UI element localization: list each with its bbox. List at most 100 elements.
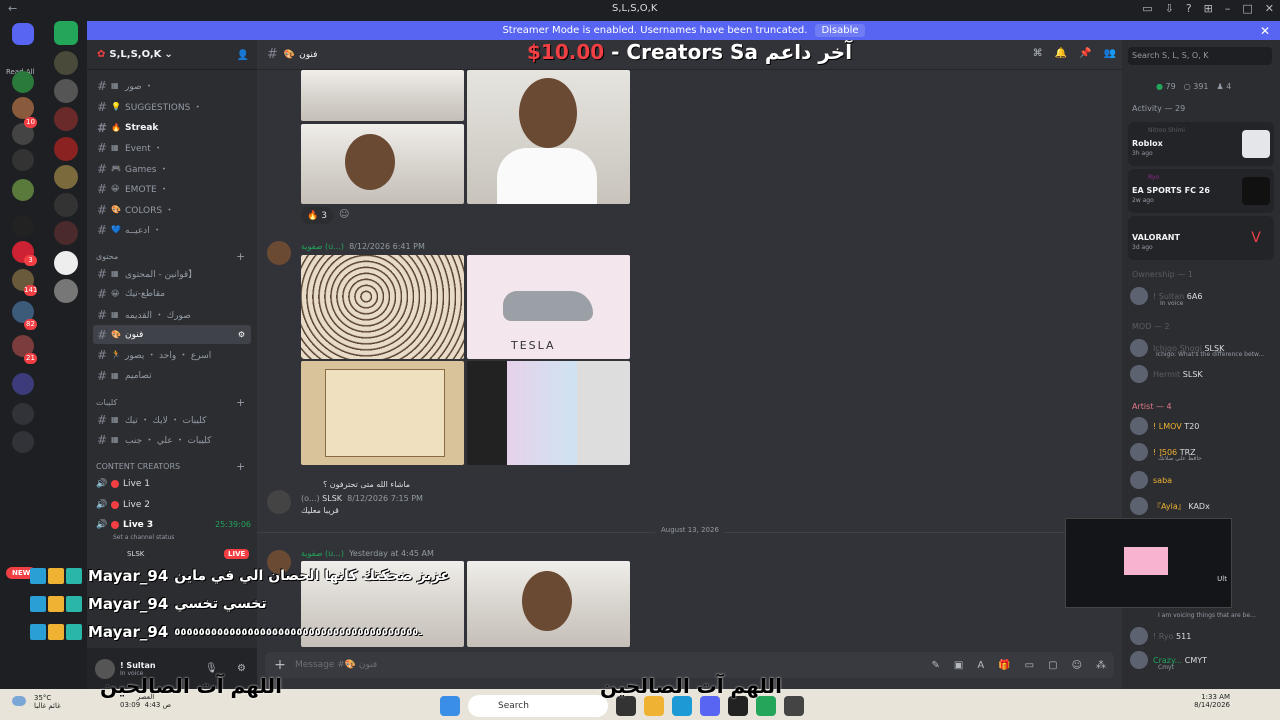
attachment-image[interactable] [467, 70, 630, 204]
channel-item-active[interactable]: # 🎨 فنون ⚙ [93, 325, 251, 344]
attachment-image[interactable] [301, 124, 464, 204]
server-icon[interactable] [12, 215, 34, 237]
server-icon[interactable] [54, 251, 78, 275]
voice-channel[interactable]: 🔊 Live 3 25:39:06 [93, 515, 251, 534]
channel-item[interactable]: # ▦ كليبات ・ لايك ・ تيك [93, 410, 251, 429]
channel-item[interactable]: # 😀 مقاطع-تيك [93, 284, 251, 303]
maximize-button[interactable]: □ [1242, 2, 1252, 15]
server-icon[interactable] [54, 221, 78, 245]
emoji-icon[interactable]: ☺ [1072, 660, 1082, 671]
channel-item[interactable]: # ▦ Event ・ [93, 138, 251, 157]
settings-gear-icon[interactable]: ⚙ [238, 330, 245, 339]
back-arrow-icon[interactable]: ← [8, 2, 17, 15]
category-header[interactable]: محتوى + [96, 250, 245, 263]
search-input[interactable]: Search S, L, S, O, K [1128, 47, 1272, 65]
member-item[interactable]: Crazy... CMYT [1130, 650, 1276, 670]
voice-channel[interactable]: 🔊 Live 2 [93, 495, 251, 514]
avatar[interactable] [267, 241, 291, 265]
channel-item[interactable]: # 💙 ادعيــه ・ [93, 220, 251, 239]
member-item[interactable]: Hermit SLSK [1130, 364, 1276, 384]
download-icon[interactable]: ⇩ [1165, 2, 1174, 15]
discord-home-icon[interactable] [12, 23, 34, 45]
member-item[interactable]: ! Ryo 511 [1130, 626, 1276, 646]
channel-item[interactable]: # 💡 SUGGESTIONS ・ [93, 97, 251, 116]
obs-icon[interactable] [728, 696, 748, 716]
server-icon[interactable] [54, 193, 78, 217]
system-clock[interactable]: 1:33 AM 8/14/2026 [1194, 693, 1230, 709]
channel-item[interactable]: # 😀 EMOTE ・ [93, 179, 251, 198]
server-icon[interactable] [54, 51, 78, 75]
author-name[interactable]: صفوية (u...) [301, 242, 344, 251]
channel-status[interactable]: Set a channel status [113, 534, 174, 541]
translate-icon[interactable]: A [977, 660, 984, 671]
chrome-icon[interactable] [784, 696, 804, 716]
category-header[interactable]: CONTENT CREATORS + [96, 460, 245, 473]
members-icon[interactable]: 👥 [1104, 48, 1116, 59]
inbox-icon[interactable]: ▭ [1142, 2, 1152, 15]
attachment-image[interactable] [301, 361, 464, 465]
server-icon[interactable] [12, 373, 34, 395]
channel-item[interactable]: # ▦ تصاميم [93, 366, 251, 385]
voice-user[interactable]: SLSK [127, 550, 144, 558]
close-button[interactable]: ✕ [1265, 2, 1274, 15]
stream-preview[interactable]: Ult [1065, 518, 1232, 608]
activity-card[interactable]: Ryo EA SPORTS FC 26 2w ago [1128, 169, 1274, 213]
server-icon[interactable] [54, 279, 78, 303]
server-icon[interactable] [54, 79, 78, 103]
pin-icon[interactable]: 📌 [1079, 48, 1091, 59]
apps-icon[interactable]: ▣ [954, 660, 963, 671]
task-view-icon[interactable] [616, 696, 636, 716]
add-channel-icon[interactable]: + [236, 396, 245, 409]
member-item[interactable]: ! ]506 TRZ [1130, 442, 1276, 462]
add-server-icon[interactable] [12, 403, 34, 425]
settings-gear-icon[interactable]: ⚙ [237, 663, 246, 674]
channel-item[interactable]: # 🏃 اسرع ・ واحد ・ يصور [93, 345, 251, 364]
server-icon[interactable] [54, 107, 78, 131]
reply-snippet[interactable]: ماشاء الله متى تحترفون ؟ [323, 480, 410, 489]
activity-card[interactable]: VALORANT 3d ago V [1128, 216, 1274, 260]
server-icon[interactable] [12, 71, 34, 93]
author-name[interactable]: صفوية (u...) [301, 549, 344, 558]
windows-start-icon[interactable] [440, 696, 460, 716]
channel-item[interactable]: # 🎨 COLORS ・ [93, 200, 251, 219]
sticker-icon[interactable]: ▢ [1048, 660, 1057, 671]
category-header[interactable]: كليبات + [96, 396, 245, 409]
member-item[interactable]: ! Sultan 6A6 [1130, 286, 1276, 306]
attachment-image[interactable] [301, 70, 464, 121]
member-item[interactable]: 『Ayla』 KADx [1130, 496, 1276, 516]
file-explorer-icon[interactable] [644, 696, 664, 716]
mute-icon[interactable]: ✎ [932, 660, 940, 671]
channel-item[interactable]: # 🎮 Games ・ [93, 159, 251, 178]
gift-icon[interactable]: 🎁 [998, 660, 1010, 671]
activity-card[interactable]: Nitroo Shimi Roblox 3h ago [1128, 122, 1274, 166]
composer-placeholder[interactable]: Message #🎨 فنون [295, 660, 377, 670]
disable-button[interactable]: Disable [815, 24, 865, 37]
channel-item[interactable]: # 🔥 Streak [93, 118, 251, 137]
channel-item[interactable]: # ▦ كليبات ・ علي ・ جنب [93, 430, 251, 449]
author-name[interactable]: (o...) [301, 494, 320, 503]
taskbar-search[interactable]: Search [468, 695, 608, 717]
attachment-image[interactable] [467, 361, 630, 465]
bell-icon[interactable]: 🔔 [1055, 48, 1067, 59]
attachment-image[interactable] [301, 255, 464, 359]
reaction-chip[interactable]: 🔥 3 [301, 207, 333, 224]
server-icon[interactable] [54, 165, 78, 189]
channel-item[interactable]: # ▦ صورك ・ القديمه [93, 305, 251, 324]
voice-channel[interactable]: 🔊 Live 1 [93, 474, 251, 493]
member-item[interactable]: ! LMOV T20 [1130, 416, 1276, 436]
attachment-image[interactable]: TESLA [467, 255, 630, 359]
channel-item[interactable]: # ▦ قوانين - المحتوى】 [93, 264, 251, 283]
gif-icon[interactable]: ▭ [1025, 660, 1034, 671]
app-icon[interactable] [756, 696, 776, 716]
add-channel-icon[interactable]: + [236, 460, 245, 473]
minimize-button[interactable]: – [1225, 2, 1231, 15]
server-header[interactable]: ✿ S,L,S,O,K ⌄ 👤 [87, 40, 257, 70]
discord-icon[interactable] [700, 696, 720, 716]
microphone-icon[interactable]: 🎙 [205, 663, 218, 674]
server-icon[interactable] [12, 97, 34, 119]
extensions-icon[interactable]: ⊞ [1204, 2, 1213, 15]
threads-icon[interactable]: ⌘ [1033, 48, 1043, 59]
server-icon[interactable] [54, 137, 78, 161]
server-icon[interactable] [12, 179, 34, 201]
add-member-icon[interactable]: 👤 [237, 50, 249, 61]
